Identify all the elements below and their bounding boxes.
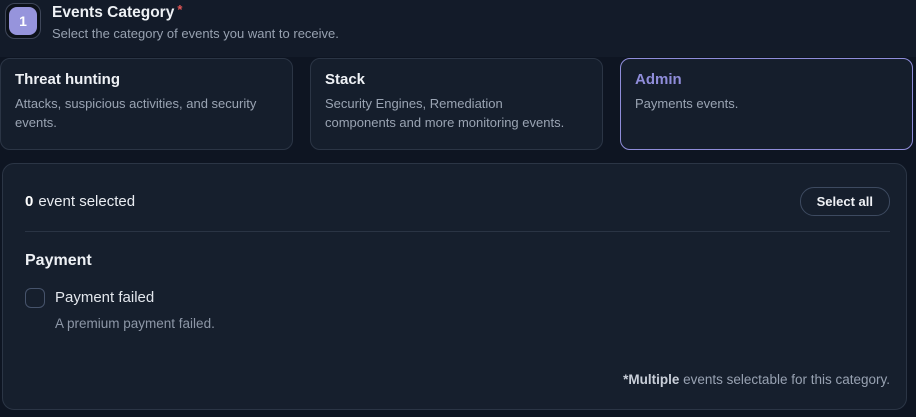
select-all-button[interactable]: Select all: [800, 187, 890, 216]
events-panel: 0 event selected Select all Payment Payme…: [2, 163, 907, 410]
selected-count: 0: [25, 193, 33, 210]
category-title: Admin: [635, 71, 898, 88]
divider: [25, 231, 890, 232]
category-description: Attacks, suspicious activities, and secu…: [15, 94, 278, 132]
event-label[interactable]: Payment failed: [55, 287, 154, 309]
step-header: 1 Events Category* Select the category o…: [0, 0, 916, 57]
category-description: Payments events.: [635, 94, 898, 113]
event-row-payment-failed: Payment failed: [25, 287, 890, 309]
category-footnote: *Multiple events selectable for this cat…: [623, 372, 890, 387]
selection-summary-row: 0 event selected Select all: [25, 164, 890, 216]
category-description: Security Engines, Remediation components…: [325, 94, 588, 132]
event-group-title: Payment: [25, 252, 890, 270]
required-asterisk: *: [177, 2, 182, 17]
footnote-rest-text: events selectable for this category.: [679, 372, 890, 387]
step-number-badge: 1: [5, 3, 41, 39]
event-description: A premium payment failed.: [55, 316, 890, 331]
footnote-bold-text: Multiple: [628, 372, 679, 387]
category-cards: Threat hunting Attacks, suspicious activ…: [0, 58, 916, 150]
category-title: Stack: [325, 71, 588, 88]
category-card-threat-hunting[interactable]: Threat hunting Attacks, suspicious activ…: [0, 58, 293, 150]
selected-count-label: event selected: [38, 193, 135, 210]
category-card-stack[interactable]: Stack Security Engines, Remediation comp…: [310, 58, 603, 150]
category-title: Threat hunting: [15, 71, 278, 88]
step-number: 1: [9, 7, 37, 35]
selected-count-text: 0 event selected: [25, 193, 135, 210]
category-card-admin[interactable]: Admin Payments events.: [620, 58, 913, 150]
page-title-text: Events Category: [52, 4, 174, 21]
payment-failed-checkbox[interactable]: [25, 288, 45, 308]
page-title: Events Category*: [52, 2, 182, 22]
page-subtitle: Select the category of events you want t…: [52, 26, 339, 41]
